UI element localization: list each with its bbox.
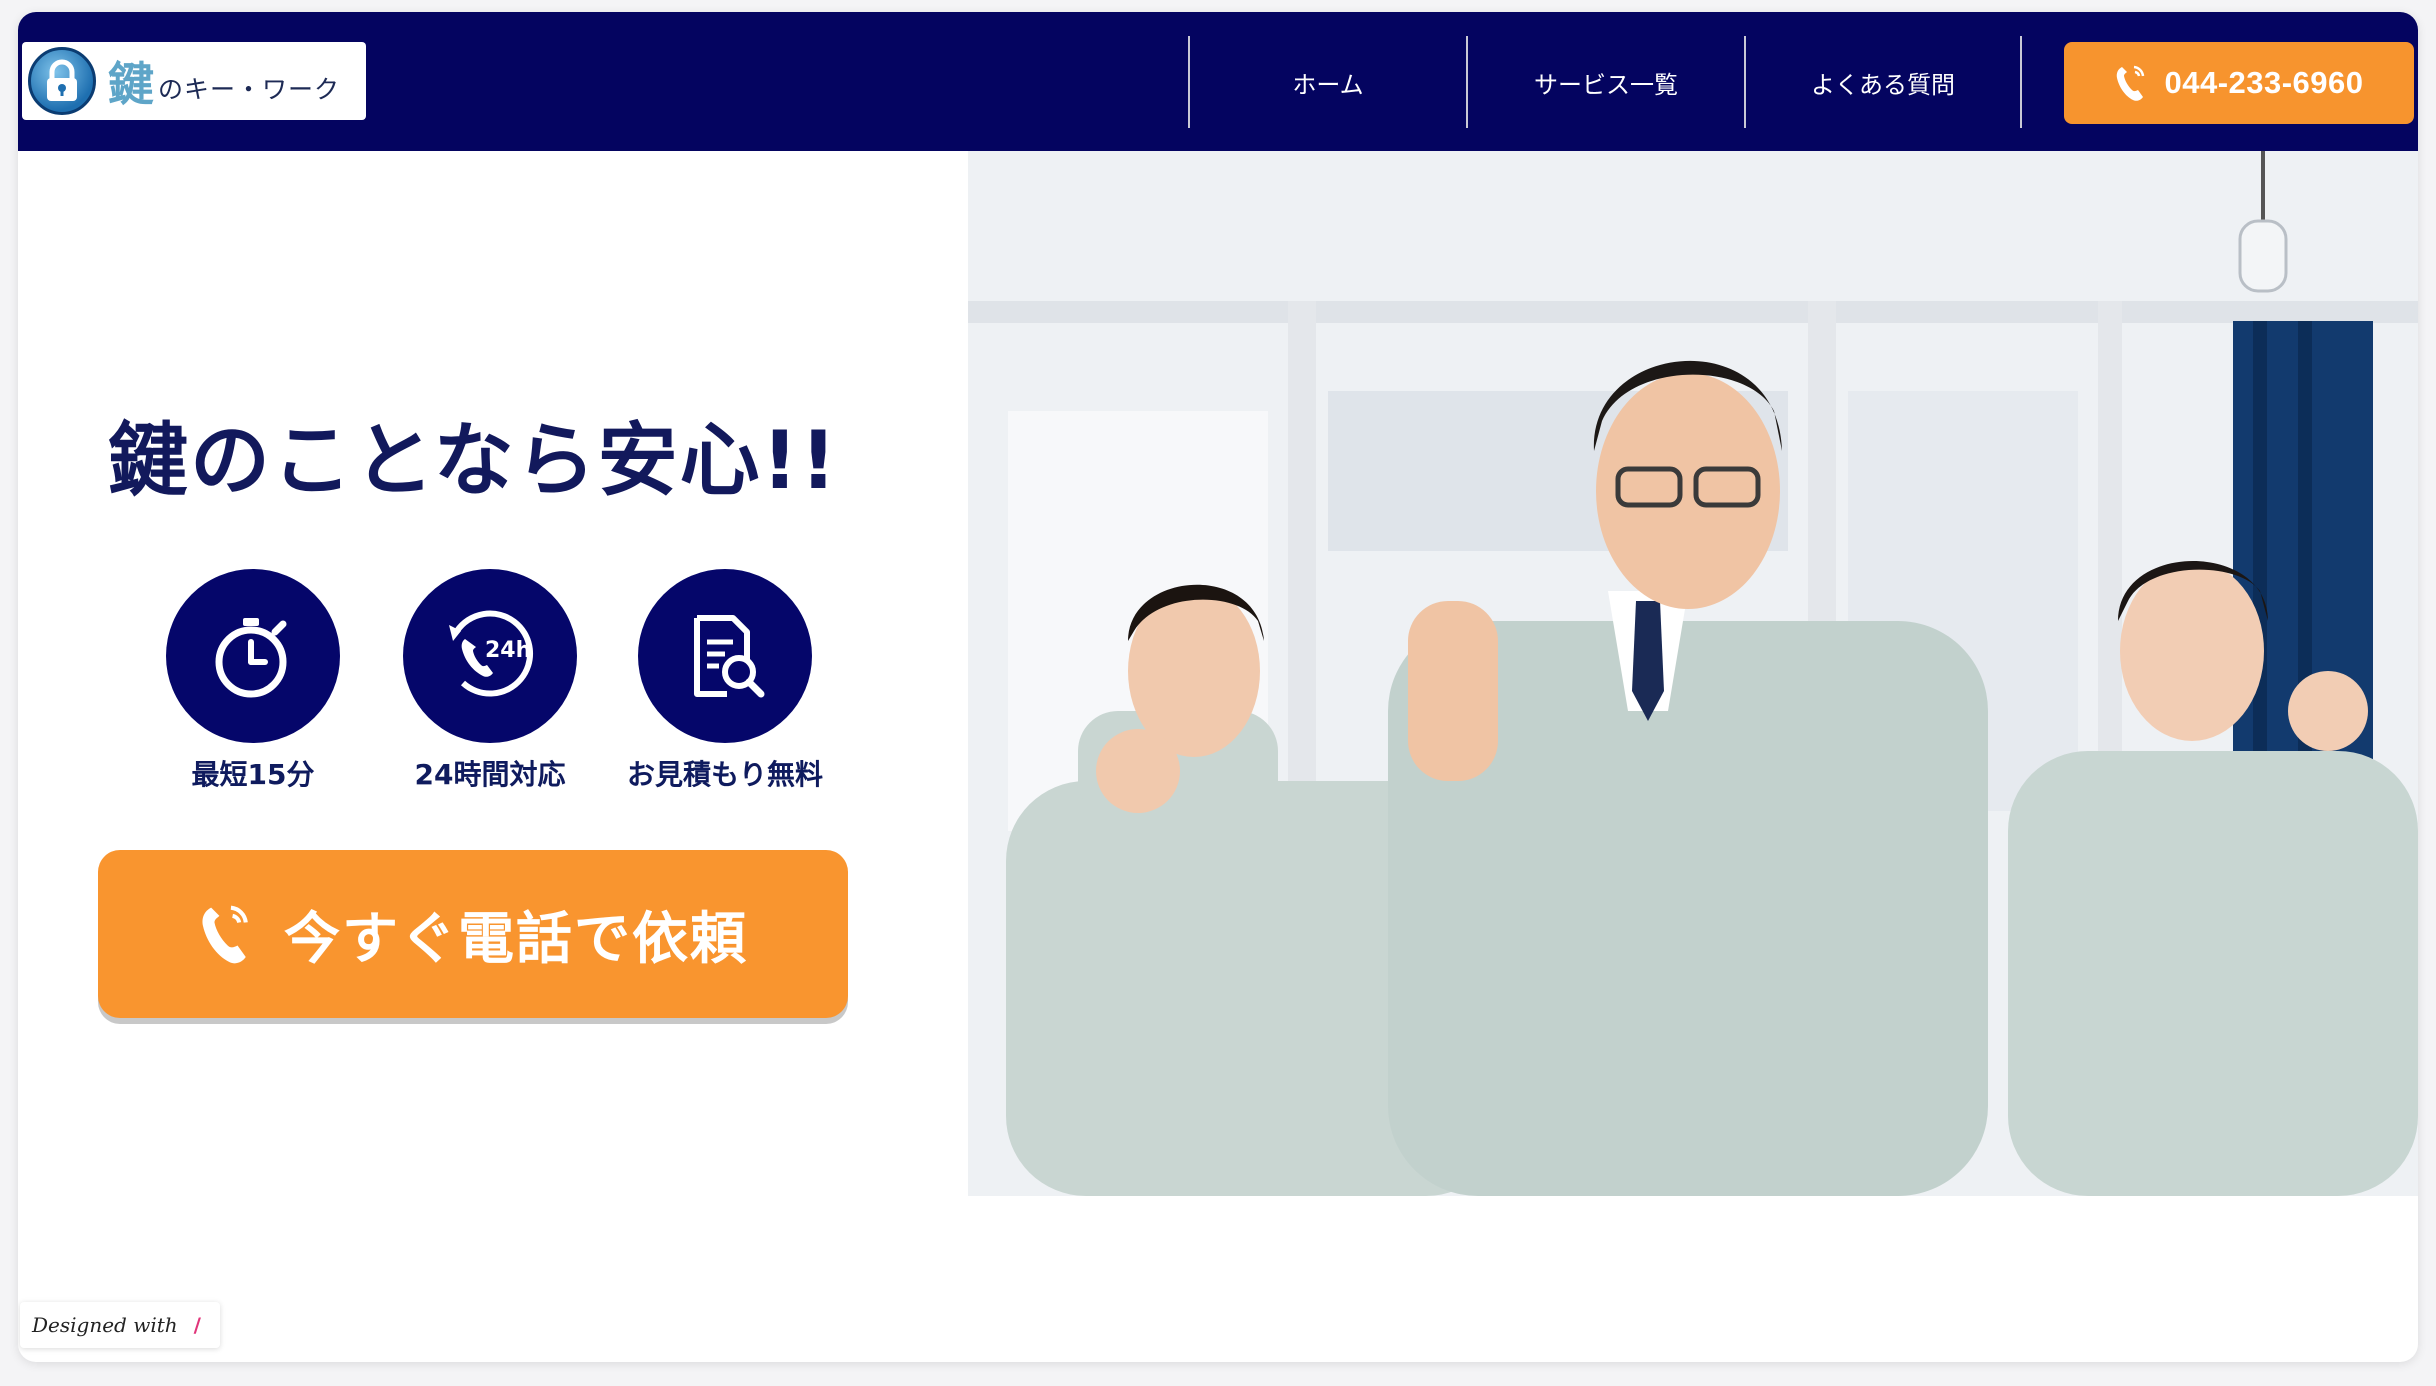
nav-faq[interactable]: よくある質問 [1744, 36, 2022, 128]
feature-label: 24時間対応 [414, 758, 566, 791]
phone-icon [2117, 65, 2145, 101]
feature-24h: 24h 24時間対応 [365, 569, 615, 793]
document-search-icon [638, 569, 812, 743]
phone-icon [202, 905, 248, 964]
feature-label: 最短15分 [191, 758, 315, 791]
pen-icon: / [193, 1313, 201, 1337]
stopwatch-icon [166, 569, 340, 743]
designed-with-badge[interactable]: Designed with / [20, 1302, 220, 1348]
lock-icon [28, 47, 96, 115]
site-logo[interactable]: 鍵 のキー・ワーク [22, 42, 366, 120]
feature-fastest: 最短15分 [128, 569, 378, 793]
svg-text:24h: 24h [485, 638, 531, 663]
main-nav: ホーム サービス一覧 よくある質問 [1188, 36, 2022, 128]
feature-label: お見積もり無料 [626, 758, 823, 791]
phone-24h-icon: 24h [403, 569, 577, 743]
logo-kana: のキー・ワーク [158, 75, 341, 104]
call-now-button[interactable]: 今すぐ電話で依頼 [98, 850, 848, 1018]
page-frame: 鍵 のキー・ワーク ホーム サービス一覧 よくある質問 044-233-6960… [18, 12, 2418, 1362]
hero-headline: 鍵のことなら安心!! [108, 414, 839, 507]
badge-text: Designed with [32, 1313, 178, 1337]
feature-free-estimate: お見積もり無料 [600, 569, 850, 793]
logo-kanji: 鍵 [108, 57, 154, 111]
nav-services[interactable]: サービス一覧 [1466, 36, 1744, 128]
header-phone-number: 044-233-6960 [2164, 65, 2364, 100]
header-phone-button[interactable]: 044-233-6960 [2064, 42, 2414, 124]
nav-home[interactable]: ホーム [1188, 36, 1466, 128]
hero-staff-photo [968, 151, 2418, 1196]
site-header: 鍵 のキー・ワーク ホーム サービス一覧 よくある質問 044-233-6960 [18, 12, 2418, 151]
call-now-label: 今すぐ電話で依頼 [284, 906, 748, 972]
